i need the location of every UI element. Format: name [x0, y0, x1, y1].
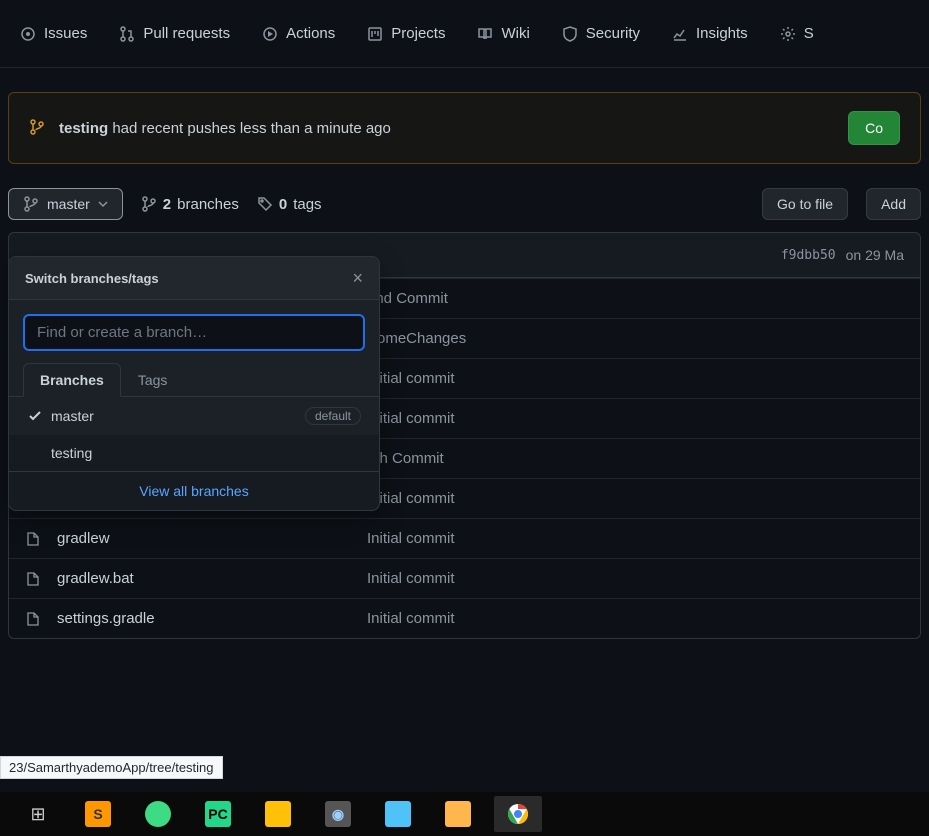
file-commit-msg[interactable]: Initial commit: [367, 530, 455, 547]
tags-link[interactable]: 0 tags: [257, 196, 322, 213]
tag-count: 0: [279, 196, 287, 213]
nav-issues-label: Issues: [44, 25, 87, 42]
branch-icon: [23, 196, 39, 212]
file-commit-msg[interactable]: Initial commit: [367, 570, 455, 587]
file-row[interactable]: settings.gradle Initial commit: [9, 598, 920, 638]
nav-actions-label: Actions: [286, 25, 335, 42]
banner-message: had recent pushes less than a minute ago: [108, 120, 391, 137]
nav-security-label: Security: [586, 25, 640, 42]
chrome-icon: [506, 802, 530, 826]
branch-picker-label: master: [47, 196, 90, 212]
nav-pulls[interactable]: Pull requests: [103, 13, 246, 54]
branch-count: 2: [163, 196, 171, 213]
tag-icon: [257, 196, 273, 212]
file-commit-msg[interactable]: Initial commit: [367, 410, 455, 427]
popover-search-wrap: [9, 300, 379, 359]
nav-settings[interactable]: S: [764, 13, 830, 54]
branch-item-testing[interactable]: testing: [9, 435, 379, 471]
taskbar-notes[interactable]: [254, 796, 302, 832]
default-badge: default: [305, 407, 361, 425]
close-icon[interactable]: ×: [352, 269, 363, 287]
taskbar-notepad[interactable]: [374, 796, 422, 832]
file-name[interactable]: gradlew: [57, 530, 367, 547]
gear-icon: [780, 26, 796, 42]
nav-wiki-label: Wiki: [501, 25, 529, 42]
branch-picker-popover: Switch branches/tags × Branches Tags mas…: [8, 256, 380, 511]
file-icon: [25, 531, 57, 547]
taskbar-camera[interactable]: ◉: [314, 796, 362, 832]
recent-push-banner: testing had recent pushes less than a mi…: [8, 92, 921, 164]
nav-wiki[interactable]: Wiki: [461, 13, 545, 54]
projects-icon: [367, 26, 383, 42]
file-commit-msg[interactable]: SomeChanges: [367, 330, 466, 347]
tags-label: tags: [293, 196, 321, 213]
nav-actions[interactable]: Actions: [246, 13, 351, 54]
taskbar-android-studio[interactable]: [134, 796, 182, 832]
branch-name-label: testing: [51, 445, 361, 461]
insights-icon: [672, 26, 688, 42]
add-file-button[interactable]: Add: [866, 188, 921, 220]
actions-icon: [262, 26, 278, 42]
go-to-file-button[interactable]: Go to file: [762, 188, 848, 220]
commit-date: on 29 Ma: [846, 247, 904, 263]
branch-search-input[interactable]: [23, 314, 365, 351]
branch-picker-button[interactable]: master: [8, 188, 123, 220]
file-name[interactable]: settings.gradle: [57, 610, 367, 627]
repo-nav: Issues Pull requests Actions Projects Wi…: [0, 0, 929, 68]
commit-sha[interactable]: f9dbb50: [781, 248, 836, 263]
shield-icon: [562, 26, 578, 42]
check-icon: [27, 408, 51, 424]
popover-title: Switch branches/tags: [25, 271, 159, 286]
taskbar-explorer[interactable]: [434, 796, 482, 832]
file-icon: [25, 571, 57, 587]
branches-label: branches: [177, 196, 239, 213]
nav-projects-label: Projects: [391, 25, 445, 42]
view-all-branches-link[interactable]: View all branches: [9, 471, 379, 510]
branches-link[interactable]: 2 branches: [141, 196, 239, 213]
nav-insights-label: Insights: [696, 25, 748, 42]
branch-icon: [29, 119, 45, 138]
issues-icon: [20, 26, 36, 42]
pulls-icon: [119, 26, 135, 42]
tab-branches[interactable]: Branches: [23, 363, 121, 397]
taskbar-chrome[interactable]: [494, 796, 542, 832]
banner-branch-name: testing: [59, 120, 108, 137]
file-icon: [25, 611, 57, 627]
banner-text: testing had recent pushes less than a mi…: [59, 120, 848, 137]
compare-pr-button[interactable]: Co: [848, 111, 900, 145]
popover-header: Switch branches/tags ×: [9, 257, 379, 300]
file-name[interactable]: gradlew.bat: [57, 570, 367, 587]
nav-security[interactable]: Security: [546, 13, 656, 54]
popover-tabs: Branches Tags: [9, 359, 379, 397]
branch-controls: master 2 branches 0 tags Go to file Add: [0, 188, 929, 220]
branch-name-label: master: [51, 408, 305, 424]
caret-down-icon: [98, 199, 108, 209]
windows-taskbar: ⊞ S PC ◉: [0, 792, 929, 836]
nav-pulls-label: Pull requests: [143, 25, 230, 42]
wiki-icon: [477, 26, 493, 42]
tab-tags[interactable]: Tags: [121, 363, 185, 397]
file-row[interactable]: gradlew.bat Initial commit: [9, 558, 920, 598]
nav-insights[interactable]: Insights: [656, 13, 764, 54]
nav-projects[interactable]: Projects: [351, 13, 461, 54]
file-row[interactable]: gradlew Initial commit: [9, 518, 920, 558]
file-commit-msg[interactable]: Initial commit: [367, 370, 455, 387]
link-tooltip: 23/SamarthyademoApp/tree/testing: [0, 756, 223, 779]
nav-issues[interactable]: Issues: [4, 13, 103, 54]
file-commit-msg[interactable]: Initial commit: [367, 610, 455, 627]
nav-settings-label: S: [804, 25, 814, 42]
taskbar-app[interactable]: ⊞: [14, 796, 62, 832]
file-commit-msg[interactable]: Initial commit: [367, 490, 455, 507]
taskbar-pycharm[interactable]: PC: [194, 796, 242, 832]
taskbar-sublime[interactable]: S: [74, 796, 122, 832]
branch-item-master[interactable]: master default: [9, 397, 379, 435]
branch-icon: [141, 196, 157, 212]
